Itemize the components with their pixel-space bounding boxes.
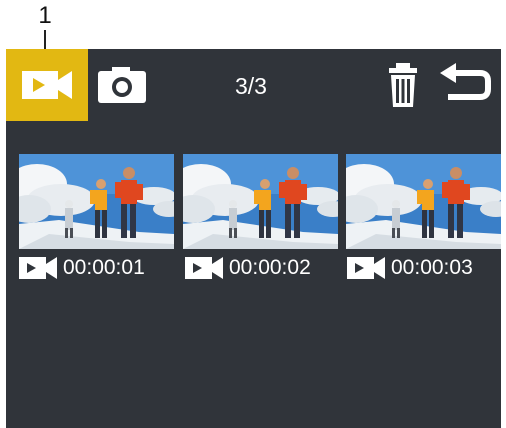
thumbnail-1[interactable] xyxy=(19,154,174,249)
top-bar: 3/3 xyxy=(6,49,501,121)
thumbnail-image xyxy=(346,154,501,249)
back-button[interactable] xyxy=(436,61,494,109)
thumbnail-caption: 00:00:03 xyxy=(347,253,501,283)
thumbnail-caption: 00:00:02 xyxy=(185,253,345,283)
video-camera-icon xyxy=(347,256,385,280)
thumbnail-2[interactable] xyxy=(183,154,338,249)
file-counter: 3/3 xyxy=(235,73,267,99)
camera-screen: 3/3 00:00:01 00:00:02 00:00:03 xyxy=(6,49,501,428)
photo-camera-icon xyxy=(98,67,146,103)
video-camera-icon xyxy=(185,256,223,280)
video-camera-icon xyxy=(22,71,72,99)
video-mode-tab[interactable] xyxy=(6,49,88,121)
callout-number: 1 xyxy=(38,2,52,29)
thumbnail-3[interactable] xyxy=(346,154,501,249)
trash-icon xyxy=(389,63,417,107)
delete-button[interactable] xyxy=(380,59,426,111)
back-arrow-icon xyxy=(440,63,491,100)
thumbnail-image xyxy=(19,154,174,249)
video-duration: 00:00:03 xyxy=(391,256,473,279)
video-camera-icon xyxy=(19,256,57,280)
video-duration: 00:00:02 xyxy=(229,256,311,279)
thumbnail-image xyxy=(183,154,338,249)
thumbnail-caption: 00:00:01 xyxy=(19,253,179,283)
photo-mode-tab[interactable] xyxy=(88,49,156,121)
video-duration: 00:00:01 xyxy=(63,256,145,279)
